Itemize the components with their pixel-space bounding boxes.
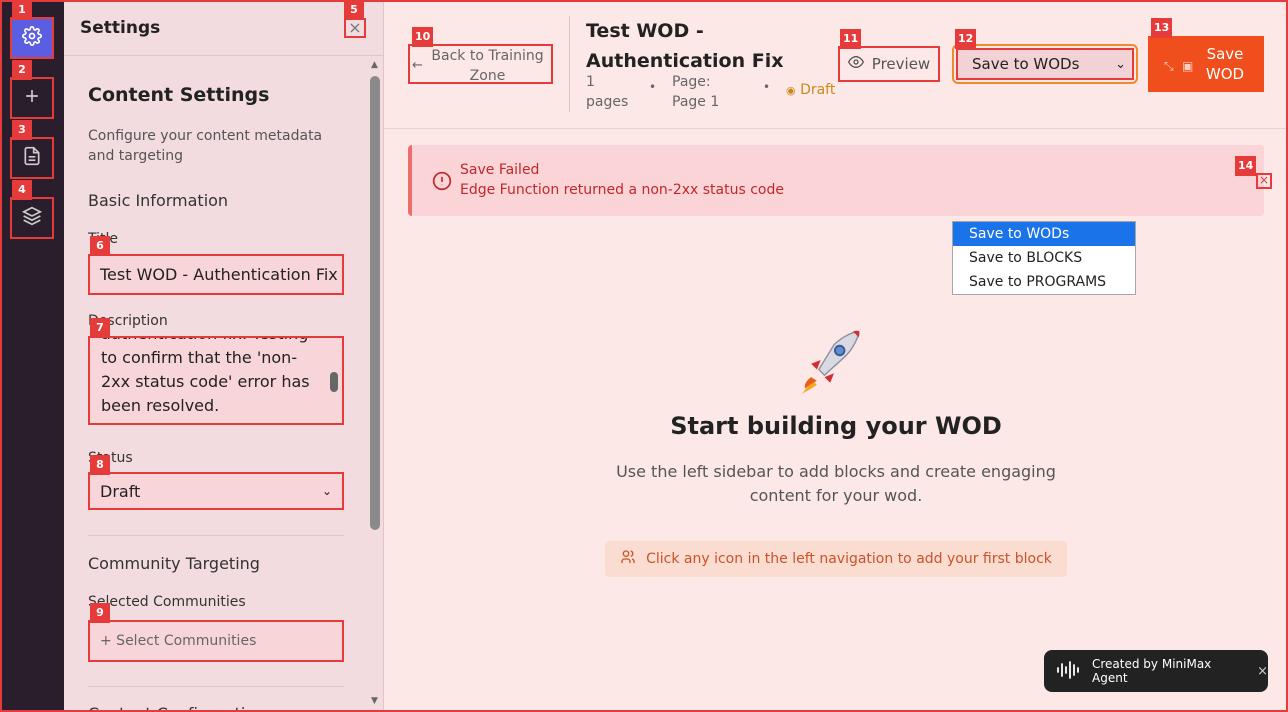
save-target-dropdown: Save to WODs Save to BLOCKS Save to PROG…: [952, 221, 1136, 295]
content-settings-heading: Content Settings: [88, 84, 270, 106]
select-communities-button[interactable]: + Select Communities: [88, 620, 344, 662]
close-icon: ×: [1258, 173, 1270, 187]
badge-7: 7: [90, 318, 110, 338]
panel-title: Settings: [80, 18, 161, 38]
title-input[interactable]: Test WOD - Authentication Fix: [88, 254, 344, 295]
minimize-icon: ⤡: [1164, 59, 1174, 73]
badge-5: 5: [344, 0, 364, 20]
back-label: Back to Training Zone: [431, 48, 544, 84]
save-target-select-box[interactable]: Save to WODs ⌄: [956, 48, 1134, 80]
close-panel-button[interactable]: ×: [344, 18, 366, 38]
dropdown-option[interactable]: Save to PROGRAMS: [953, 270, 1135, 294]
meta-separator: •: [763, 80, 771, 94]
content-configuration-heading: Content Configuration: [88, 704, 265, 712]
status-select-value: Draft: [100, 481, 141, 501]
layers-rail-button[interactable]: [10, 197, 54, 239]
status-text: Draft: [800, 82, 836, 98]
dropdown-option[interactable]: Save to BLOCKS: [953, 246, 1135, 270]
chevron-down-icon: ⌄: [321, 484, 332, 498]
gear-icon: [22, 26, 42, 50]
badge-11: 11: [840, 29, 862, 49]
scroll-down-arrow[interactable]: ▼: [371, 696, 378, 706]
layers-icon: [21, 206, 43, 230]
preview-label: Preview: [871, 55, 931, 73]
pages-rail-button[interactable]: [10, 137, 54, 179]
badge-6: 6: [90, 236, 110, 256]
created-by-badge: Created by MiniMax Agent ×: [1044, 650, 1268, 692]
document-icon: [22, 146, 42, 170]
description-value: authentication fix. Testing to confirm t…: [101, 338, 310, 415]
created-by-text: Created by MiniMax Agent: [1092, 657, 1212, 685]
add-block-rail-button[interactable]: [10, 77, 54, 119]
badge-10: 10: [412, 27, 434, 47]
community-targeting-heading: Community Targeting: [88, 554, 260, 573]
badge-14: 14: [1235, 156, 1257, 176]
badge-12: 12: [955, 29, 977, 49]
soundwave-icon: [1056, 660, 1082, 683]
empty-state-title: Start building your WOD: [670, 412, 1002, 440]
empty-state-hint: Click any icon in the left navigation to…: [605, 541, 1067, 577]
select-communities-label: + Select Communities: [100, 633, 257, 649]
save-wod-button[interactable]: ⤡ ▣ Save WOD: [1148, 36, 1264, 92]
title-input-value: Test WOD - Authentication Fix: [100, 265, 338, 284]
error-alert: Save Failed Edge Function returned a non…: [408, 145, 1272, 216]
badge-9: 9: [90, 603, 110, 623]
section-divider: [88, 686, 344, 687]
chevron-down-icon: ⌄: [1115, 56, 1126, 72]
arrow-left-icon: ←: [412, 58, 423, 73]
content-settings-description: Configure your content metadata and targ…: [88, 128, 323, 164]
section-divider: [88, 535, 344, 536]
badge-4: 4: [12, 180, 32, 200]
meta-separator: •: [649, 80, 657, 94]
alert-title: Save Failed: [460, 162, 540, 178]
header-divider: [569, 16, 570, 112]
textarea-scroll-thumb[interactable]: [330, 372, 338, 392]
status-select[interactable]: Draft ⌄: [88, 472, 344, 510]
close-badge-button[interactable]: ×: [1257, 664, 1268, 679]
save-target-select[interactable]: Save to WODs ⌄: [952, 44, 1138, 84]
scroll-up-arrow[interactable]: ▲: [371, 60, 378, 70]
save-label: Save WOD: [1205, 45, 1245, 83]
settings-panel: Settings × ▲ ▼ Content Settings Configur…: [64, 0, 384, 712]
icon-rail: [0, 0, 64, 712]
badge-13: 13: [1151, 18, 1173, 38]
dropdown-option[interactable]: Save to WODs: [953, 222, 1135, 246]
settings-rail-button[interactable]: [10, 17, 54, 59]
badge-1: 1: [12, 0, 32, 20]
panel-header: Settings ×: [64, 0, 384, 56]
hint-text: Click any icon in the left navigation to…: [646, 551, 1052, 567]
preview-button[interactable]: Preview: [838, 46, 940, 82]
eye-icon: ◉: [786, 84, 796, 97]
rocket-icon: [796, 322, 872, 398]
basic-information-heading: Basic Information: [88, 191, 229, 210]
page-info: Page: Page 1: [672, 74, 720, 110]
empty-state-description: Use the left sidebar to add blocks and c…: [616, 462, 1056, 505]
wod-title: Test WOD - Authentication Fix: [586, 20, 784, 72]
alert-circle-icon: [432, 171, 452, 191]
save-icon: ▣: [1182, 59, 1194, 73]
badge-3: 3: [12, 120, 32, 140]
eye-icon: [847, 54, 864, 74]
status-badge: ◉ Draft: [786, 82, 835, 98]
panel-scroll-thumb[interactable]: [370, 76, 380, 530]
description-textarea[interactable]: authentication fix. Testing to confirm t…: [88, 336, 344, 425]
dismiss-alert-button[interactable]: ×: [1256, 173, 1272, 189]
close-icon: ×: [348, 18, 362, 37]
alert-message: Edge Function returned a non-2xx status …: [460, 182, 784, 198]
badge-2: 2: [12, 60, 32, 80]
selected-communities-label: Selected Communities: [88, 594, 246, 610]
main-editor: ← Back to Training Zone Test WOD - Authe…: [384, 0, 1288, 712]
plus-icon: [22, 86, 42, 110]
badge-8: 8: [90, 455, 110, 475]
save-target-value: Save to WODs: [972, 55, 1080, 73]
users-icon: [620, 549, 636, 569]
pages-count: 1 pages: [586, 74, 629, 110]
back-to-training-zone-button[interactable]: ← Back to Training Zone: [408, 44, 553, 84]
